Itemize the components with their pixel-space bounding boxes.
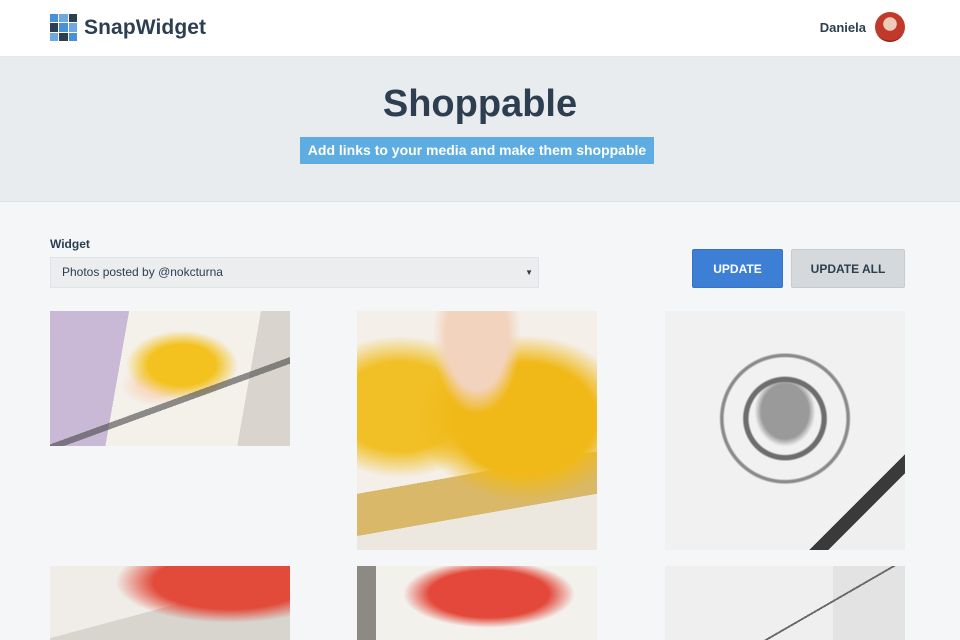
logo-cell (68, 14, 77, 23)
media-thumbnail[interactable] (665, 566, 905, 640)
logo-cell (50, 32, 59, 41)
brand-logo[interactable]: SnapWidget (50, 14, 206, 41)
caret-down-icon: ▼ (525, 268, 533, 277)
brand-name: SnapWidget (84, 15, 207, 39)
widget-select[interactable]: Photos posted by @nokcturna ▼ (50, 257, 539, 288)
logo-cell (68, 32, 77, 41)
page-hero: Shoppable Add links to your media and ma… (0, 57, 960, 202)
media-thumbnail[interactable] (665, 311, 905, 550)
widget-select-value: Photos posted by @nokcturna (62, 265, 223, 279)
widget-label: Widget (50, 237, 90, 251)
snapwidget-logo-icon (50, 14, 77, 41)
logo-cell (50, 23, 59, 32)
logo-cell (59, 32, 68, 41)
page-title: Shoppable (382, 83, 578, 125)
page-subtitle: Add links to your media and make them sh… (300, 137, 654, 164)
update-all-button[interactable]: UPDATE ALL (791, 249, 905, 288)
update-button[interactable]: UPDATE (692, 249, 783, 288)
media-thumbnail[interactable] (357, 566, 597, 640)
logo-cell (59, 14, 68, 23)
logo-cell (59, 23, 68, 32)
media-thumbnail[interactable] (50, 311, 290, 446)
user-name: Daniela (819, 19, 866, 35)
avatar[interactable] (875, 12, 905, 42)
media-thumbnail[interactable] (357, 311, 597, 550)
user-menu[interactable]: Daniela (820, 12, 905, 42)
logo-cell (50, 14, 59, 23)
top-navbar: SnapWidget Daniela (0, 0, 960, 57)
media-thumbnail[interactable] (50, 566, 290, 640)
logo-cell (68, 23, 77, 32)
